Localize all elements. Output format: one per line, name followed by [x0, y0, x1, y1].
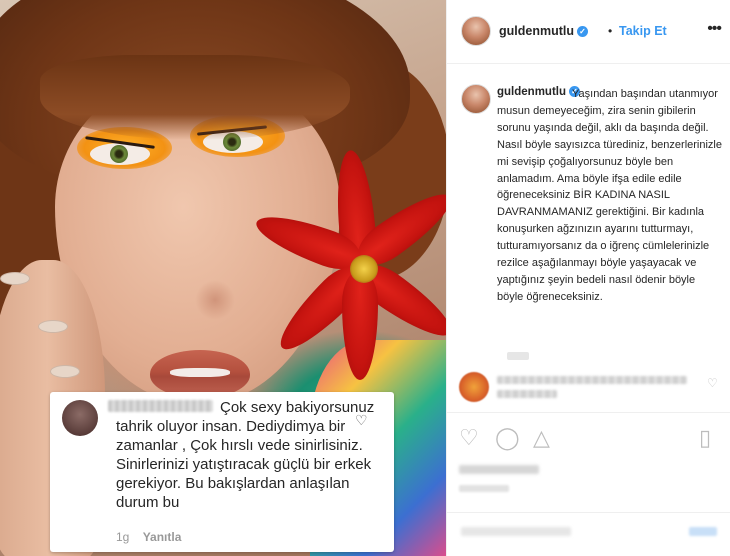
commenter-avatar: [459, 372, 489, 402]
more-horizontal-icon[interactable]: •••: [707, 20, 722, 38]
post-caption: Yaşından başından utanmıyor musun demeye…: [497, 88, 722, 303]
author-username[interactable]: guldenmutlu: [499, 24, 574, 38]
teeth: [170, 368, 230, 377]
comment-meta: 1g Yanıtla: [116, 530, 181, 544]
likes-count-blurred: [459, 465, 539, 474]
caption-author-avatar[interactable]: [461, 84, 491, 114]
blurred-comment-row: ♡: [459, 372, 724, 412]
reply-button[interactable]: Yanıtla: [143, 530, 182, 544]
heart-icon[interactable]: ♡: [355, 412, 368, 429]
post-comment-button-blurred[interactable]: [689, 527, 717, 536]
separator-dot: •: [608, 24, 613, 38]
post-actions: ♡ ◯ △ ▯: [447, 412, 730, 512]
red-flower: [250, 148, 446, 380]
caption-time-blurred: [507, 352, 529, 360]
bangs: [40, 55, 350, 140]
comment-age: 1g: [116, 530, 130, 544]
post-photo[interactable]: Çok sexy bakiyorsunuz tahrik oluyor insa…: [0, 0, 446, 556]
verified-badge-icon: ✓: [577, 26, 588, 37]
heart-icon[interactable]: ♡: [459, 427, 479, 449]
author-avatar[interactable]: [461, 16, 491, 46]
follow-button[interactable]: Takip Et: [619, 24, 667, 38]
share-icon[interactable]: △: [533, 427, 550, 449]
comment-text: Çok sexy bakiyorsunuz tahrik oluyor insa…: [116, 399, 375, 511]
commenter-avatar: [62, 400, 98, 436]
add-comment-input-blurred[interactable]: [461, 527, 571, 536]
heart-icon[interactable]: ♡: [707, 376, 718, 390]
post-panel: guldenmutlu ✓ • Takip Et ••• guldenmutlu ✓…: [446, 0, 730, 556]
add-comment-bar[interactable]: [447, 512, 730, 556]
comment-icon[interactable]: ◯: [495, 427, 520, 449]
comment-screenshot: Çok sexy bakiyorsunuz tahrik oluyor insa…: [50, 392, 394, 552]
nose: [195, 280, 235, 320]
post-header: guldenmutlu ✓ • Takip Et •••: [447, 0, 730, 64]
post-date-blurred: [459, 485, 509, 492]
bookmark-icon[interactable]: ▯: [699, 427, 711, 449]
